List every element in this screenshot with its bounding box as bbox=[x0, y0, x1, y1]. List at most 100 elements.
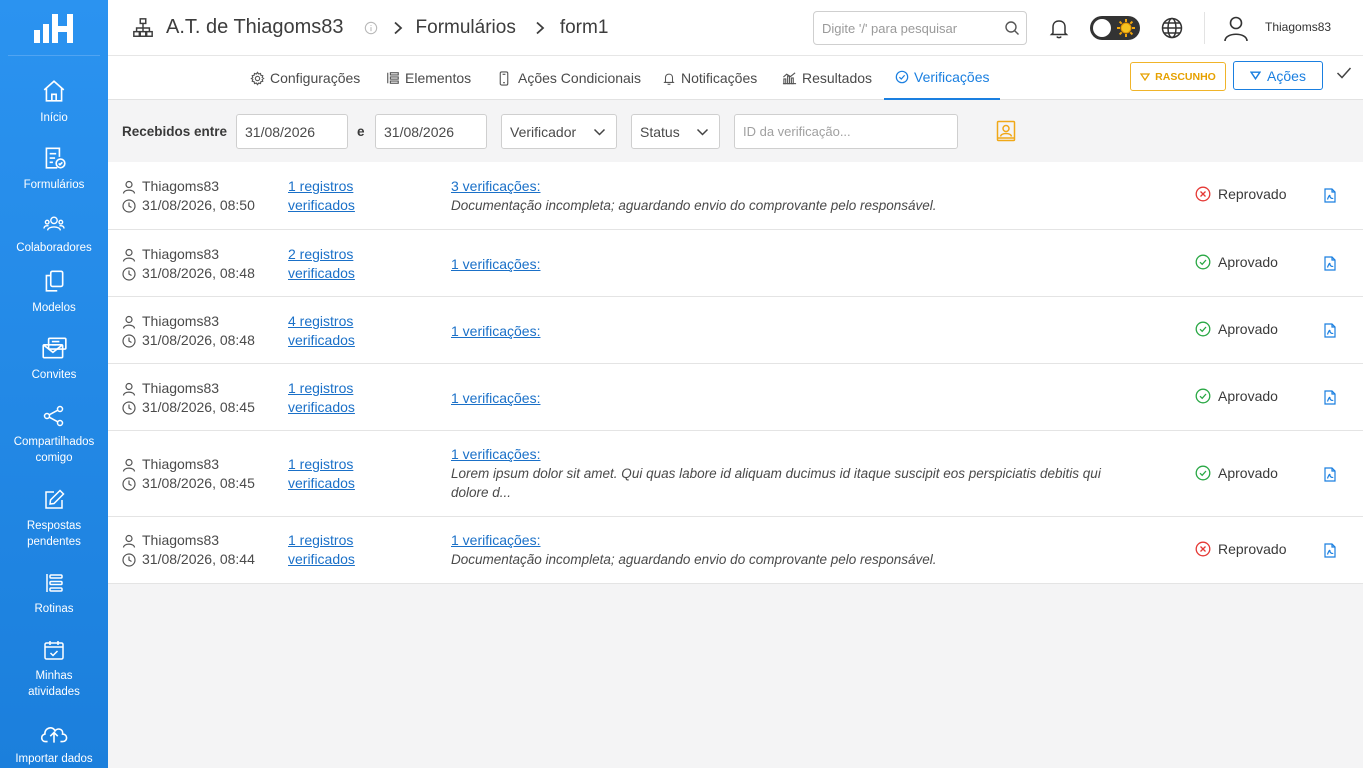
verification-cell: 1 verificações: Documentação incompleta;… bbox=[451, 531, 1151, 569]
status-badge: Aprovado bbox=[1195, 465, 1278, 481]
sidebar-item-minhas-atividades[interactable]: Minhas atividades bbox=[0, 636, 108, 700]
records-link[interactable]: 1 registros verificados bbox=[288, 177, 388, 215]
table-row: Thiagoms83 31/08/2026, 08:48 4 registros… bbox=[108, 297, 1363, 364]
records-link[interactable]: 2 registros verificados bbox=[288, 245, 388, 283]
pdf-file-icon[interactable] bbox=[1324, 323, 1336, 338]
pdf-file-icon[interactable] bbox=[1324, 256, 1336, 271]
draft-status-button[interactable]: RASCUNHO bbox=[1130, 62, 1226, 91]
phone-icon bbox=[499, 70, 509, 86]
chart-icon bbox=[782, 72, 797, 85]
status-select[interactable]: Status bbox=[631, 114, 720, 149]
logo-icon bbox=[34, 13, 73, 43]
contact-card-icon[interactable] bbox=[996, 120, 1016, 142]
verifications-link[interactable]: 3 verificações: bbox=[451, 177, 1151, 196]
row-user-cell: Thiagoms83 31/08/2026, 08:44 bbox=[122, 531, 255, 569]
pdf-file-icon[interactable] bbox=[1324, 188, 1336, 203]
search-input[interactable] bbox=[814, 12, 994, 44]
verifications-link[interactable]: 1 verificações: bbox=[451, 389, 1151, 408]
sidebar-item-convites[interactable]: Convites bbox=[0, 335, 108, 383]
row-user-cell: Thiagoms83 31/08/2026, 08:48 bbox=[122, 312, 255, 350]
tab-label: Notificações bbox=[681, 70, 758, 86]
table-row: Thiagoms83 31/08/2026, 08:50 1 registros… bbox=[108, 162, 1363, 230]
sidebar-item-label: Formulários bbox=[23, 179, 85, 191]
tab-resultados[interactable]: Resultados bbox=[782, 56, 872, 100]
date-from-field[interactable]: 31/08/2026 bbox=[236, 114, 348, 149]
row-user-cell: Thiagoms83 31/08/2026, 08:50 bbox=[122, 177, 255, 215]
breadcrumb: A.T. de Thiagoms83 Formulários form1 bbox=[108, 0, 608, 56]
tab-label: Resultados bbox=[802, 70, 873, 86]
search-icon[interactable] bbox=[1004, 20, 1020, 36]
status-badge: Aprovado bbox=[1195, 254, 1278, 270]
tab-configuracoes[interactable]: Configurações bbox=[250, 56, 360, 100]
sidebar-item-importar-dados[interactable]: Importar dados bbox=[0, 719, 108, 767]
table-row: Thiagoms83 31/08/2026, 08:45 1 registros… bbox=[108, 364, 1363, 431]
verifications-link[interactable]: 1 verificações: bbox=[451, 531, 1151, 550]
clock-icon bbox=[122, 333, 136, 348]
tab-label: Configurações bbox=[270, 70, 361, 86]
verification-id-field bbox=[734, 114, 958, 149]
form-check-icon bbox=[45, 147, 66, 169]
sidebar-item-modelos[interactable]: Modelos bbox=[0, 268, 108, 316]
check-icon[interactable] bbox=[1336, 66, 1352, 80]
breadcrumb-form1[interactable]: form1 bbox=[560, 17, 609, 39]
row-user-cell: Thiagoms83 31/08/2026, 08:45 bbox=[122, 455, 255, 493]
records-link[interactable]: 1 registros verificados bbox=[288, 379, 388, 417]
org-tree-icon bbox=[132, 17, 154, 39]
avatar[interactable] bbox=[1222, 14, 1250, 42]
clock-icon bbox=[122, 266, 136, 281]
sidebar-item-inicio[interactable]: Início bbox=[0, 78, 108, 126]
status-badge: Reprovado bbox=[1195, 541, 1287, 557]
status-badge: Aprovado bbox=[1195, 388, 1278, 404]
tab-elementos[interactable]: Elementos bbox=[386, 56, 471, 100]
pdf-file-icon[interactable] bbox=[1324, 390, 1336, 405]
sidebar-item-label: Compartilhados comigo bbox=[13, 436, 95, 464]
records-link[interactable]: 1 registros verificados bbox=[288, 455, 388, 493]
table-row: Thiagoms83 31/08/2026, 08:48 2 registros… bbox=[108, 230, 1363, 297]
chevron-right-icon bbox=[392, 21, 404, 35]
bell-icon[interactable] bbox=[1047, 16, 1071, 40]
verifications-link[interactable]: 1 verificações: bbox=[451, 322, 1151, 341]
sidebar-item-formularios[interactable]: Formulários bbox=[0, 145, 108, 193]
verifier-select[interactable]: Verificador bbox=[501, 114, 617, 149]
sidebar-item-label: Importar dados bbox=[15, 753, 93, 765]
sidebar-item-colaboradores[interactable]: Colaboradores bbox=[0, 208, 108, 256]
sidebar-item-label: Modelos bbox=[32, 302, 76, 314]
verifications-link[interactable]: 1 verificações: bbox=[451, 445, 1141, 464]
user-icon bbox=[122, 248, 136, 262]
verifications-link[interactable]: 1 verificações: bbox=[451, 255, 1151, 274]
tab-label: Elementos bbox=[405, 70, 472, 86]
tab-notificacoes[interactable]: Notificações bbox=[662, 56, 757, 100]
tab-verificacoes[interactable]: Verificações bbox=[884, 56, 1001, 100]
records-link[interactable]: 1 registros verificados bbox=[288, 531, 388, 569]
form-tabs-bar: Configurações Elementos Ações Condiciona… bbox=[108, 56, 1363, 100]
app-logo[interactable] bbox=[8, 0, 100, 56]
pdf-file-icon[interactable] bbox=[1324, 543, 1336, 558]
verification-note: Documentação incompleta; aguardando envi… bbox=[451, 198, 937, 213]
username[interactable]: Thiagoms83 bbox=[1265, 20, 1331, 34]
date-to-field[interactable]: 31/08/2026 bbox=[375, 114, 487, 149]
actions-button[interactable]: Ações bbox=[1233, 61, 1323, 90]
sidebar-item-rotinas[interactable]: Rotinas bbox=[0, 569, 108, 617]
chevron-down-icon bbox=[593, 128, 606, 136]
sidebar-item-label: Respostas pendentes bbox=[26, 520, 82, 548]
sidebar: Início Formulários Colaboradores Modelos… bbox=[0, 0, 108, 768]
records-link[interactable]: 4 registros verificados bbox=[288, 312, 388, 350]
sidebar-item-label: Colaboradores bbox=[16, 242, 92, 254]
breadcrumb-forms[interactable]: Formulários bbox=[416, 17, 516, 39]
theme-toggle[interactable] bbox=[1090, 16, 1140, 40]
row-user-cell: Thiagoms83 31/08/2026, 08:48 bbox=[122, 245, 255, 283]
sidebar-item-compartilhados[interactable]: Compartilhados comigo bbox=[0, 402, 108, 466]
calendar-check-icon bbox=[44, 641, 64, 660]
globe-icon[interactable] bbox=[1160, 16, 1184, 40]
verification-id-input[interactable] bbox=[743, 124, 957, 139]
chevron-down-icon bbox=[1250, 71, 1262, 80]
sidebar-item-respostas-pendentes[interactable]: Respostas pendentes bbox=[0, 486, 108, 550]
org-title[interactable]: A.T. de Thiagoms83 bbox=[166, 16, 344, 39]
tab-acoes-condicionais[interactable]: Ações Condicionais bbox=[498, 56, 641, 100]
chevron-down-icon bbox=[1140, 72, 1151, 81]
pdf-file-icon[interactable] bbox=[1324, 467, 1336, 482]
gear-icon bbox=[250, 70, 265, 86]
info-icon[interactable] bbox=[364, 21, 378, 35]
x-circle-icon bbox=[1195, 541, 1211, 557]
sidebar-item-label: Convites bbox=[31, 369, 77, 381]
